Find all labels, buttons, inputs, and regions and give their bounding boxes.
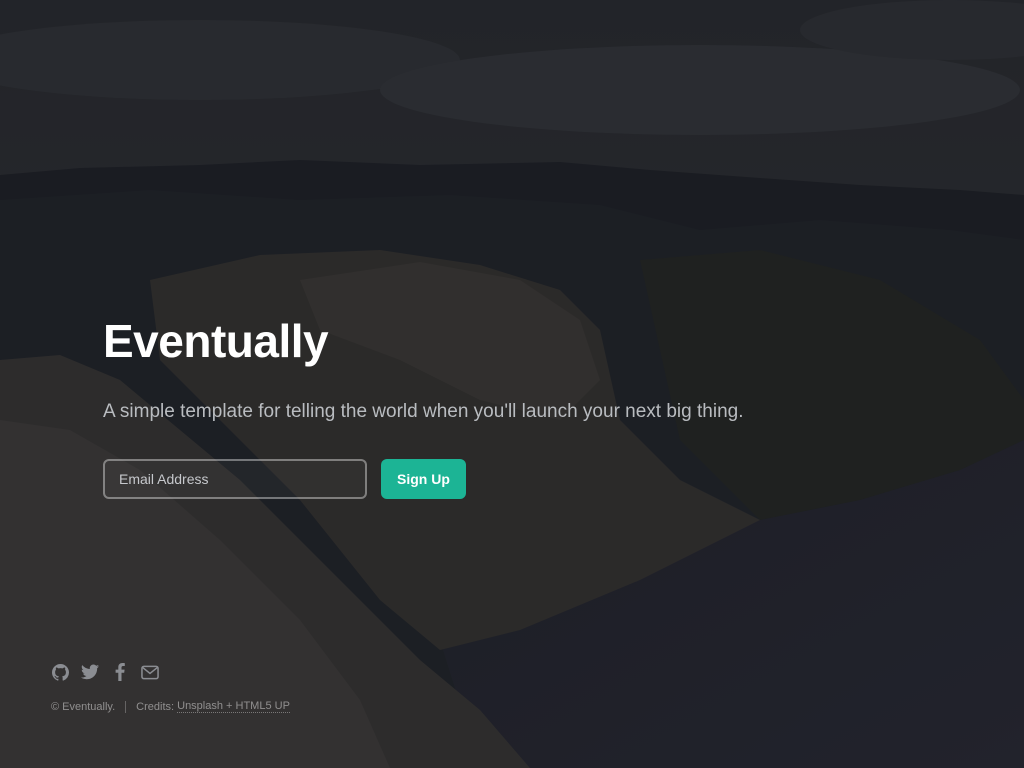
footer: © Eventually. Credits: Unsplash + HTML5 … — [51, 660, 290, 713]
copyright-line: © Eventually. Credits: Unsplash + HTML5 … — [51, 700, 290, 713]
footer-divider — [125, 700, 127, 713]
copyright-text: © Eventually. — [51, 700, 116, 713]
envelope-icon[interactable] — [141, 663, 159, 681]
twitter-icon[interactable] — [81, 663, 99, 681]
credits-link[interactable]: Unsplash + HTML5 UP — [177, 700, 290, 713]
signup-form: Sign Up — [103, 459, 863, 499]
social-icons — [51, 660, 290, 684]
page-title: Eventually — [103, 315, 329, 367]
facebook-icon[interactable] — [111, 663, 129, 681]
hero-section: Eventually A simple template for telling… — [103, 310, 863, 499]
github-icon[interactable] — [51, 663, 69, 681]
sign-up-button[interactable]: Sign Up — [381, 459, 466, 499]
email-input[interactable] — [103, 459, 367, 499]
credits-label: Credits: — [136, 700, 175, 713]
page-subtitle: A simple template for telling the world … — [103, 401, 744, 422]
